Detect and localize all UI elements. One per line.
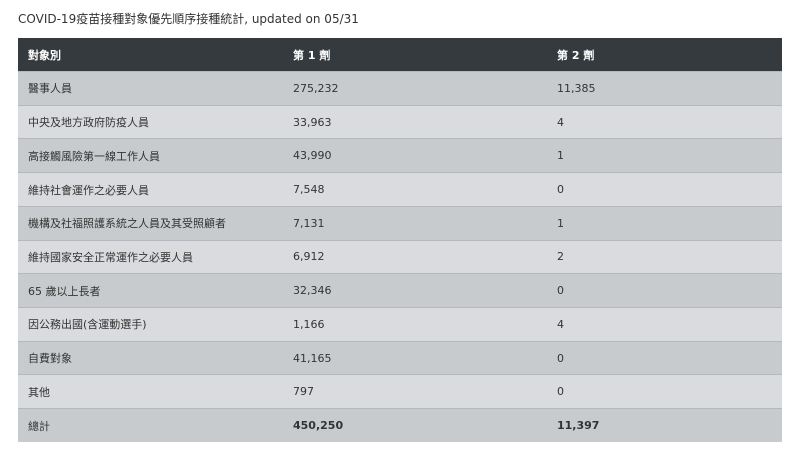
- cell-dose-1: 33,963: [283, 104, 547, 139]
- cell-dose-2: 2: [547, 239, 782, 274]
- cell-dose-2: 0: [547, 374, 782, 409]
- cell-dose-1: 32,346: [283, 273, 547, 308]
- table-row: 維持國家安全正常運作之必要人員 6,912 2: [18, 239, 782, 274]
- column-header-dose-2: 第 2 劑: [557, 48, 595, 62]
- cell-dose-1: 1,166: [283, 307, 547, 342]
- vaccination-table-container: 對象別 第 1 劑 第 2 劑 醫事人員 275,232 11,385 中央及地方政府…: [18, 38, 782, 442]
- cell-dose-2: 0: [547, 340, 782, 375]
- column-header-target-group: 對象別: [28, 48, 61, 62]
- cell-target-group: 醫事人員: [18, 71, 283, 106]
- cell-target-group: 總計: [18, 408, 283, 442]
- table-row: 其他 797 0: [18, 374, 782, 409]
- table-row: 中央及地方政府防疫人員 33,963 4: [18, 104, 782, 139]
- cell-dose-1: 43,990: [283, 138, 547, 173]
- page-title: COVID-19疫苗接種對象優先順序接種統計, updated on 05/31: [18, 12, 359, 26]
- table-row: 維持社會運作之必要人員 7,548 0: [18, 172, 782, 207]
- cell-dose-1: 41,165: [283, 340, 547, 375]
- cell-dose-1: 450,250: [283, 408, 547, 442]
- cell-dose-2: 4: [547, 307, 782, 342]
- column-header-dose-1: 第 1 劑: [293, 48, 331, 62]
- table-row: 高接觸風險第一線工作人員 43,990 1: [18, 138, 782, 173]
- table-row: 機構及社福照護系統之人員及其受照顧者 7,131 1: [18, 205, 782, 241]
- cell-dose-1: 275,232: [283, 71, 547, 106]
- cell-target-group: 維持國家安全正常運作之必要人員: [18, 239, 283, 274]
- cell-dose-2: 0: [547, 273, 782, 308]
- cell-dose-2: 11,385: [547, 71, 782, 106]
- table-row: 醫事人員 275,232 11,385: [18, 71, 782, 106]
- cell-target-group: 其他: [18, 374, 283, 409]
- table-row: 因公務出國(含運動選手) 1,166 4: [18, 307, 782, 342]
- cell-dose-2: 11,397: [547, 408, 782, 442]
- cell-dose-2: 1: [547, 138, 782, 173]
- vaccination-table: 對象別 第 1 劑 第 2 劑 醫事人員 275,232 11,385 中央及地方政府…: [18, 38, 782, 442]
- cell-dose-1: 6,912: [283, 239, 547, 274]
- table-header: 對象別 第 1 劑 第 2 劑: [18, 38, 782, 72]
- cell-dose-2: 0: [547, 172, 782, 207]
- table-body: 醫事人員 275,232 11,385 中央及地方政府防疫人員 33,963 4 高接觸風險…: [18, 71, 782, 442]
- cell-target-group: 機構及社福照護系統之人員及其受照顧者: [18, 205, 283, 241]
- cell-target-group: 中央及地方政府防疫人員: [18, 104, 283, 139]
- cell-target-group: 65 歲以上長者: [18, 273, 283, 308]
- table-row: 65 歲以上長者 32,346 0: [18, 273, 782, 308]
- cell-dose-2: 1: [547, 205, 782, 241]
- cell-target-group: 因公務出國(含運動選手): [18, 307, 283, 342]
- cell-dose-1: 7,131: [283, 205, 547, 241]
- cell-dose-1: 797: [283, 374, 547, 409]
- cell-dose-1: 7,548: [283, 172, 547, 207]
- table-row: 自費對象 41,165 0: [18, 340, 782, 375]
- table-header-row: 對象別 第 1 劑 第 2 劑: [18, 38, 782, 72]
- cell-target-group: 自費對象: [18, 340, 283, 375]
- table-row-total: 總計 450,250 11,397: [18, 408, 782, 442]
- cell-target-group: 維持社會運作之必要人員: [18, 172, 283, 207]
- cell-target-group: 高接觸風險第一線工作人員: [18, 138, 283, 173]
- cell-dose-2: 4: [547, 104, 782, 139]
